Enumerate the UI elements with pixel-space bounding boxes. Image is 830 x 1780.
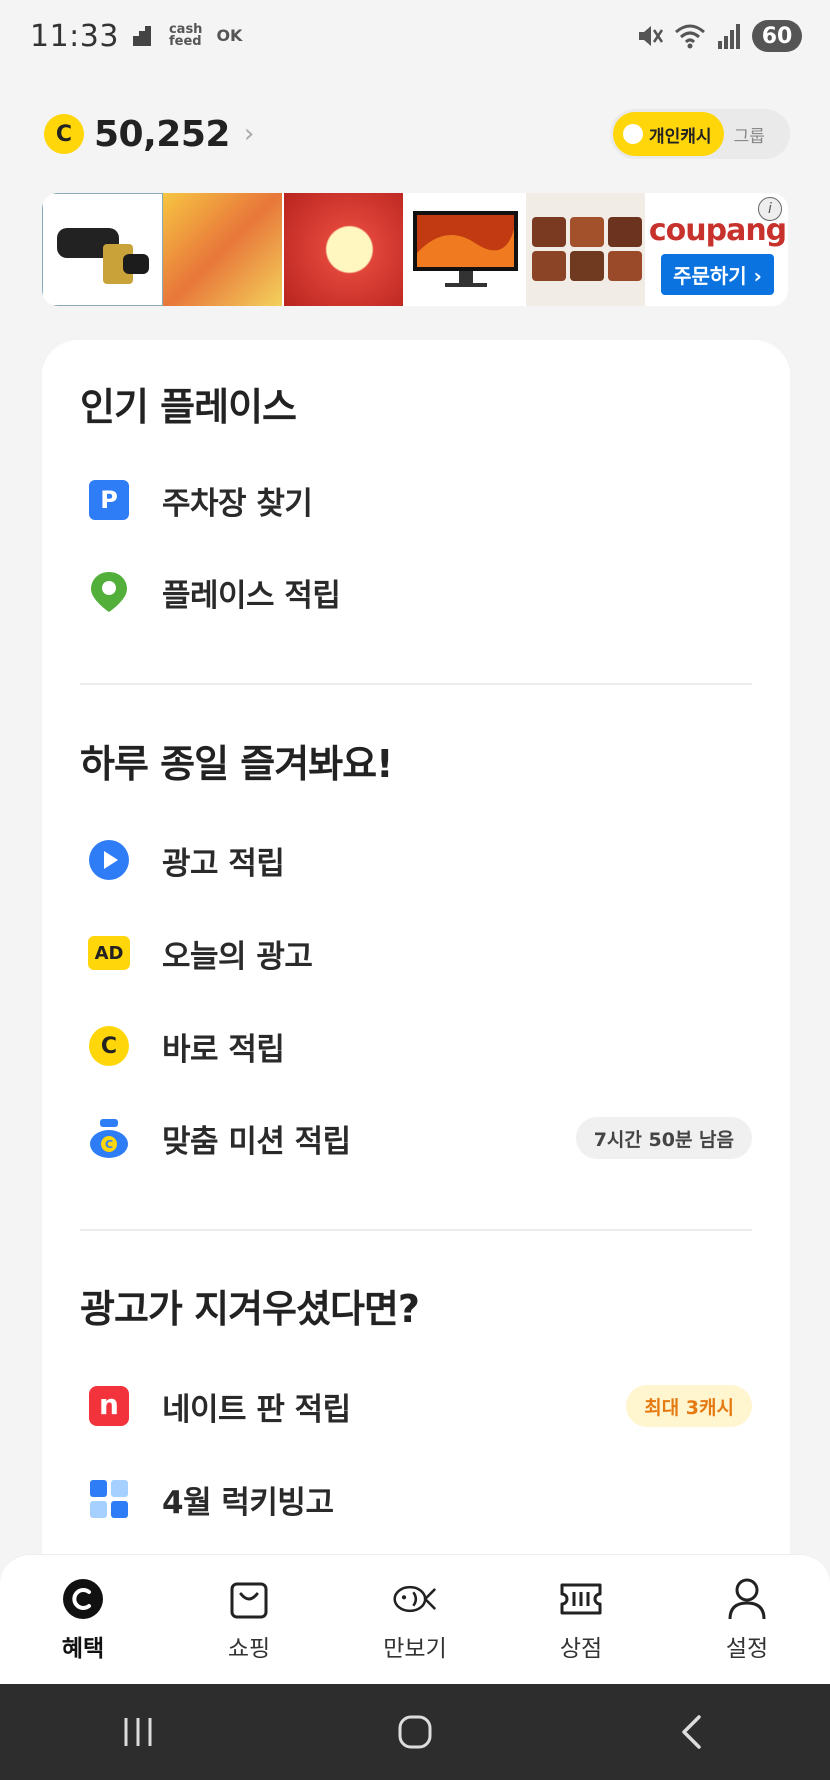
cashfeed-label: cash feed: [168, 22, 203, 49]
signal-icon: [718, 24, 740, 49]
wifi-icon: [675, 24, 705, 49]
menu-label: 네이트 판 적립: [162, 1391, 351, 1428]
nate-icon: n: [88, 1385, 130, 1427]
status-bar: 11:33 cash feed OK 60: [0, 0, 830, 72]
cash-header: C 50,252 › 개인캐시 그룹: [44, 108, 790, 160]
toggle-group[interactable]: 그룹: [724, 122, 765, 147]
ad-product-snacks[interactable]: [163, 193, 284, 306]
ad-product-apple[interactable]: [284, 193, 405, 306]
nav-item-store[interactable]: 상점: [521, 1577, 641, 1663]
status-time: 11:33: [30, 18, 119, 54]
menu-label: 광고 적립: [162, 845, 285, 882]
ad-info-icon[interactable]: i: [758, 197, 782, 221]
status-left: 11:33 cash feed OK: [30, 19, 242, 54]
coupang-ad[interactable]: i coupang 주문하기 ›: [647, 193, 788, 306]
back-button[interactable]: [662, 1702, 722, 1762]
chevron-right-icon: ›: [243, 119, 255, 149]
ad-product-monitor[interactable]: [405, 193, 526, 306]
menu-item-place-reward[interactable]: 플레이스 적립: [80, 560, 752, 624]
ad-banner[interactable]: i coupang 주문하기 ›: [42, 193, 788, 306]
cash-coin-icon: C: [44, 114, 84, 154]
nav-item-benefit[interactable]: 혜택: [23, 1577, 143, 1663]
cash-type-toggle[interactable]: 개인캐시 그룹: [610, 109, 790, 159]
nav-label: 만보기: [383, 1635, 447, 1662]
menu-item-custom-mission[interactable]: C 맞춤 미션 적립 7시간 50분 남음: [80, 1106, 752, 1170]
bingo-icon: [88, 1478, 130, 1520]
mute-icon: [639, 26, 664, 46]
main-card: 인기 플레이스 P 주차장 찾기 플레이스 적립 하루 종일 즐겨봐요! 광고 …: [42, 340, 790, 1640]
nav-item-shopping[interactable]: 쇼핑: [189, 1577, 309, 1663]
benefit-coin-icon: [61, 1577, 105, 1621]
toggle-knob: [623, 124, 643, 144]
section-divider: [80, 1229, 752, 1231]
ad-icon: AD: [88, 932, 130, 974]
play-icon: [88, 839, 130, 881]
menu-item-today-ad[interactable]: AD 오늘의 광고: [80, 921, 752, 985]
parking-icon: P: [88, 479, 130, 521]
menu-label: 맞춤 미션 적립: [162, 1123, 351, 1160]
status-right: 60: [636, 20, 802, 52]
max-cash-badge: 최대 3캐시: [626, 1385, 752, 1427]
location-pin-icon: [88, 571, 130, 613]
cash-amount: 50,252: [94, 113, 230, 155]
menu-label: 오늘의 광고: [162, 938, 313, 975]
nav-item-settings[interactable]: 설정: [687, 1577, 807, 1663]
coin-icon: C: [88, 1025, 130, 1067]
home-icon: [398, 1715, 432, 1749]
section-title-popular-place: 인기 플레이스: [80, 385, 297, 429]
time-remaining-badge: 7시간 50분 남음: [575, 1117, 752, 1159]
fish-pedometer-icon: [393, 1577, 437, 1621]
menu-label: 플레이스 적립: [162, 577, 341, 614]
menu-item-nate-pann[interactable]: n 네이트 판 적립 최대 3캐시: [80, 1374, 752, 1438]
shopping-bag-icon: [227, 1577, 271, 1621]
bottom-nav: 혜택 쇼핑 만보기 상점 설정: [0, 1554, 830, 1684]
back-icon: [681, 1715, 701, 1749]
nav-item-pedometer[interactable]: 만보기: [355, 1577, 475, 1663]
person-settings-icon: [725, 1577, 769, 1621]
section-title-tired-of-ads: 광고가 지겨우셨다면?: [80, 1287, 420, 1331]
menu-item-parking[interactable]: P 주차장 찾기: [80, 468, 752, 532]
nav-label: 쇼핑: [227, 1635, 271, 1662]
svg-text:C: C: [105, 1138, 113, 1151]
recent-apps-icon: [124, 1718, 152, 1746]
home-button[interactable]: [385, 1702, 445, 1762]
section-title-all-day: 하루 종일 즐겨봐요!: [80, 742, 393, 786]
cashfeed-notification-icon: [132, 26, 151, 46]
nav-label: 혜택: [61, 1635, 105, 1662]
ad-product-meal-kit[interactable]: [526, 193, 647, 306]
menu-item-instant-reward[interactable]: C 바로 적립: [80, 1014, 752, 1078]
toggle-personal-cash[interactable]: 개인캐시: [613, 112, 724, 156]
section-divider: [80, 683, 752, 685]
cash-balance[interactable]: C 50,252 ›: [44, 114, 254, 155]
ok-label: OK: [216, 26, 243, 45]
toggle-active-label: 개인캐시: [649, 126, 712, 147]
menu-label: 바로 적립: [162, 1031, 285, 1068]
menu-item-ad-reward[interactable]: 광고 적립: [80, 828, 752, 892]
menu-label: 주차장 찾기: [162, 485, 313, 522]
coin-pouch-icon: C: [88, 1117, 130, 1159]
ticket-store-icon: [559, 1577, 603, 1621]
coupang-order-button[interactable]: 주문하기 ›: [661, 253, 774, 295]
system-nav-bar: [0, 1684, 830, 1780]
recent-apps-button[interactable]: [108, 1702, 168, 1762]
menu-label: 4월 럭키빙고: [162, 1484, 334, 1521]
battery-indicator: 60: [752, 20, 802, 52]
ad-product-tire-valve[interactable]: [42, 193, 163, 306]
menu-item-lucky-bingo[interactable]: 4월 럭키빙고: [80, 1467, 752, 1531]
nav-label: 설정: [725, 1635, 769, 1662]
nav-label: 상점: [559, 1635, 603, 1662]
